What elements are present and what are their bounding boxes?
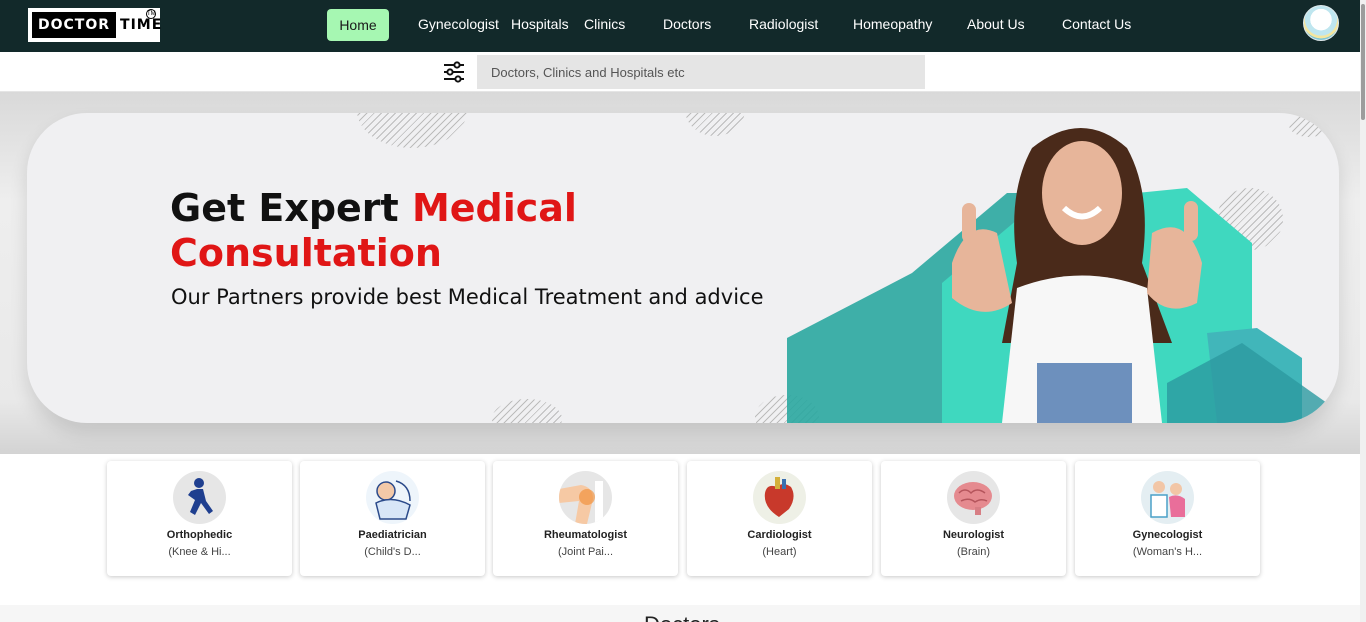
nav-home-button[interactable]: Home bbox=[327, 9, 389, 41]
top-navbar: DOCTOR TIME TM Home Gynecologist Hospita… bbox=[0, 0, 1366, 52]
specialty-title: Rheumatologist bbox=[543, 529, 628, 541]
specialty-card-cardiologist[interactable]: Cardiologist (Heart) bbox=[687, 461, 872, 576]
hero-headline: Get Expert Medical Consultation bbox=[170, 186, 630, 276]
filter-sliders-icon[interactable] bbox=[443, 61, 465, 83]
nav-link-radiologist[interactable]: Radiologist bbox=[749, 0, 818, 50]
scrollbar-thumb[interactable] bbox=[1361, 4, 1365, 120]
nav-link-gynecologist[interactable]: Gynecologist bbox=[418, 0, 499, 50]
logo-text-doctor: DOCTOR bbox=[32, 12, 117, 38]
specialty-subtitle: (Knee & Hi... bbox=[168, 546, 231, 558]
nav-link-doctors[interactable]: Doctors bbox=[663, 0, 711, 50]
specialty-subtitle: (Child's D... bbox=[364, 546, 421, 558]
brand-logo[interactable]: DOCTOR TIME TM bbox=[28, 8, 161, 42]
specialty-card-neurologist[interactable]: Neurologist (Brain) bbox=[881, 461, 1066, 576]
gynecology-icon bbox=[1141, 471, 1194, 524]
hero-headline-red-2: Consultation bbox=[170, 231, 442, 275]
nav-link-about-us[interactable]: About Us bbox=[967, 0, 1025, 50]
nav-link-clinics[interactable]: Clinics bbox=[584, 0, 625, 50]
paediatric-icon bbox=[366, 471, 419, 524]
specialty-card-gynecologist[interactable]: Gynecologist (Woman's H... bbox=[1075, 461, 1260, 576]
specialty-card-paediatrician[interactable]: Paediatrician (Child's D... bbox=[300, 461, 485, 576]
decor-hatch-circle bbox=[492, 399, 562, 423]
joint-icon bbox=[559, 471, 612, 524]
search-bar bbox=[0, 52, 1366, 92]
specialty-title: Paediatrician bbox=[358, 529, 427, 541]
orthopedic-icon bbox=[173, 471, 226, 524]
hero-headline-red-1: Medical bbox=[411, 186, 577, 230]
specialty-title: Orthophedic bbox=[166, 529, 233, 541]
specialty-subtitle: (Joint Pai... bbox=[557, 546, 614, 558]
trademark-mark: TM bbox=[146, 9, 156, 19]
specialty-title: Gynecologist bbox=[1132, 529, 1203, 541]
nav-link-contact-us[interactable]: Contact Us bbox=[1062, 0, 1131, 50]
search-input[interactable] bbox=[477, 55, 925, 89]
specialty-title: Neurologist bbox=[942, 529, 1005, 541]
page-scrollbar[interactable] bbox=[1360, 0, 1366, 622]
decor-hatch-circle bbox=[357, 113, 467, 148]
specialty-subtitle: (Brain) bbox=[956, 546, 990, 558]
specialty-card-orthopedic[interactable]: Orthophedic (Knee & Hi... bbox=[107, 461, 292, 576]
hero-subtitle: Our Partners provide best Medical Treatm… bbox=[171, 285, 764, 309]
brain-icon bbox=[947, 471, 1000, 524]
nav-link-hospitals[interactable]: Hospitals bbox=[511, 0, 569, 50]
nav-link-homeopathy[interactable]: Homeopathy bbox=[853, 0, 932, 50]
logo-text-time: TIME bbox=[120, 17, 163, 33]
specialty-card-rheumatologist[interactable]: Rheumatologist (Joint Pai... bbox=[493, 461, 678, 576]
specialty-subtitle: (Heart) bbox=[762, 546, 797, 558]
heart-icon bbox=[753, 471, 806, 524]
decor-hatch-circle bbox=[685, 113, 745, 136]
specialty-subtitle: (Woman's H... bbox=[1132, 546, 1203, 558]
user-avatar[interactable] bbox=[1303, 5, 1339, 41]
hero-headline-black: Get Expert bbox=[170, 186, 399, 230]
specialty-title: Cardiologist bbox=[747, 529, 812, 541]
smiling-woman-image bbox=[952, 128, 1202, 423]
section-title-doctors: Doctors bbox=[644, 612, 720, 622]
decor-hatch-circle bbox=[1289, 113, 1329, 137]
